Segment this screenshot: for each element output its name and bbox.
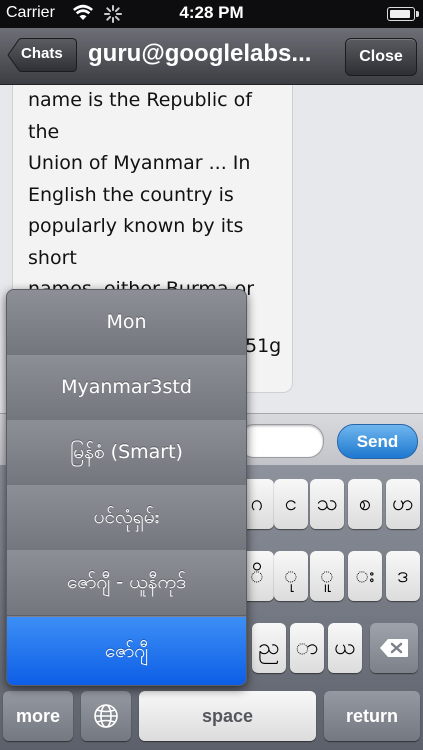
font-option-smart[interactable]: မြန်စံ (Smart) [7, 420, 246, 486]
key-vowel-u[interactable]: ု [274, 551, 308, 601]
chats-back-label: Chats [21, 45, 63, 62]
navigation-bar: Chats guru@googlelabs... Close [0, 28, 423, 85]
battery-level [390, 10, 410, 18]
message-line: popularly known by its short [28, 215, 244, 269]
close-button[interactable]: Close [345, 38, 417, 76]
backspace-icon [380, 639, 408, 657]
clock: 4:28 PM [179, 3, 244, 22]
font-option-zawgyi-unicode[interactable]: ဇော်ဂျီ - ယူနီကုဒ် [7, 550, 246, 616]
message-input[interactable] [238, 424, 324, 458]
space-key[interactable]: space [139, 691, 316, 741]
globe-icon [94, 704, 118, 728]
chat-title: guru@googlelabs... [88, 40, 312, 67]
key-sa[interactable]: စ [348, 479, 382, 529]
message-partial-text: 51g [245, 335, 282, 357]
more-key[interactable]: more [3, 691, 73, 741]
delete-key[interactable] [370, 623, 418, 673]
message-line: Union of Myanmar ... In [28, 152, 251, 174]
send-button[interactable]: Send [337, 424, 418, 459]
font-option-mon[interactable]: Mon [7, 290, 246, 356]
message-line: name is the Republic of the [28, 89, 252, 143]
font-selection-menu: Mon Myanmar3std မြန်စံ (Smart) ပင်လုံရှမ… [6, 289, 247, 686]
font-option-zawgyi[interactable]: ဇော်ဂျီ [7, 617, 246, 685]
key-ha[interactable]: ဟ [386, 479, 420, 529]
font-option-myanmar3std[interactable]: Myanmar3std [7, 355, 246, 421]
key-nya[interactable]: ည [252, 623, 286, 673]
globe-key[interactable] [81, 691, 131, 741]
key-visarga[interactable]: း [348, 551, 382, 601]
return-key[interactable]: return [324, 691, 420, 741]
status-bar: Carrier 4:28 PM [0, 0, 423, 28]
message-line: English the country is [28, 183, 234, 206]
key-vowel-aa[interactable]: ာ [290, 623, 324, 673]
key-nga[interactable]: င [274, 479, 308, 529]
key-ya[interactable]: ယ [328, 623, 362, 673]
battery-icon [387, 7, 419, 21]
chats-back-button[interactable]: Chats [7, 38, 77, 72]
key-tha[interactable]: သ [310, 479, 344, 529]
font-option-pinlon-shan[interactable]: ပင်လုံရှမ်း [7, 485, 246, 551]
key-da[interactable]: ဒ [386, 551, 420, 601]
key-vowel-uu[interactable]: ူ [310, 551, 344, 601]
